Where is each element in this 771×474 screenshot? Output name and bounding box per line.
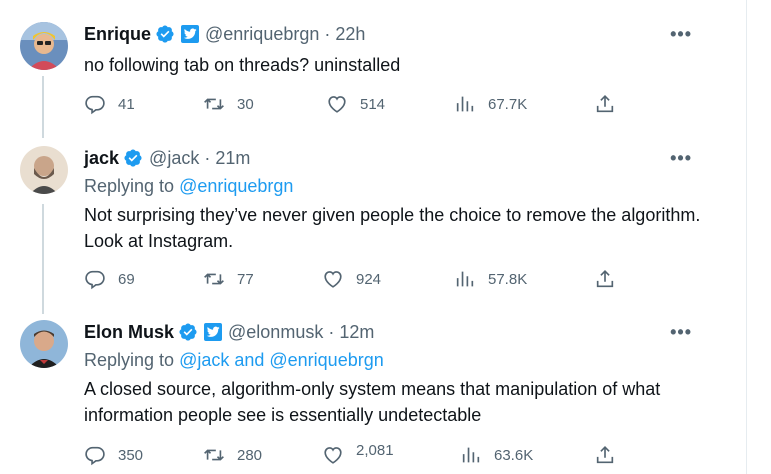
tweet-text: Not surprising they’ve never given peopl… (84, 205, 701, 251)
separator-dot: · (324, 23, 331, 44)
tweet-actions: 41 30 514 67.7K (84, 93, 624, 117)
views-icon (456, 96, 474, 112)
verified-badge-icon (123, 148, 143, 168)
share-button[interactable] (594, 268, 628, 290)
user-handle[interactable]: @elonmusk (228, 322, 323, 343)
share-icon (596, 95, 614, 113)
retweet-button[interactable]: 30 (203, 93, 254, 115)
reply-count: 350 (118, 446, 144, 464)
like-count: 2,081 (356, 441, 394, 459)
heart-icon (324, 271, 342, 288)
avatar[interactable] (20, 22, 68, 70)
replying-to: Replying to @jack and @enriquebrgn (84, 350, 384, 371)
reply-button[interactable]: 69 (84, 268, 135, 290)
retweet-count: 30 (237, 95, 254, 113)
tweet-header: Enrique @enriquebrgn · 22h (84, 22, 365, 46)
timeline-border (746, 0, 747, 474)
replying-to-label: Replying to (84, 350, 180, 370)
twitter-bird-icon (181, 25, 200, 43)
like-button[interactable]: 2,081 (322, 441, 394, 466)
tweet-header: Elon Musk @elonmusk · 12m (84, 320, 374, 344)
views-button[interactable]: 67.7K (454, 93, 527, 115)
tweet-header: jack @jack · 21m (84, 146, 250, 170)
views-button[interactable]: 57.8K (454, 268, 527, 290)
replying-to-link[interactable]: @jack and @enriquebrgn (179, 350, 384, 370)
tweet-text: A closed source, algorithm-only system m… (84, 379, 661, 425)
retweet-icon (204, 98, 224, 110)
display-name[interactable]: Enrique (84, 24, 151, 45)
timestamp[interactable]: 21m (215, 148, 250, 169)
reply-count: 41 (118, 95, 135, 113)
reply-button[interactable]: 41 (84, 93, 135, 115)
user-handle[interactable]: @jack (149, 148, 199, 169)
share-icon (596, 446, 614, 464)
tweet[interactable]: Enrique @enriquebrgn · 22h ••• no follow… (0, 0, 740, 140)
display-name[interactable]: Elon Musk (84, 322, 174, 343)
verified-badge-icon (155, 24, 175, 44)
avatar[interactable] (20, 146, 68, 194)
reply-count: 69 (118, 270, 135, 288)
views-icon (456, 271, 474, 287)
views-icon (462, 447, 480, 463)
avatar[interactable] (20, 320, 68, 368)
timestamp[interactable]: 22h (335, 24, 365, 45)
tweet[interactable]: jack @jack · 21m ••• Replying to @enriqu… (0, 140, 740, 312)
reply-icon (85, 270, 105, 290)
twitter-bird-icon (204, 323, 223, 341)
share-button[interactable] (594, 444, 628, 466)
retweet-button[interactable]: 280 (203, 444, 262, 466)
user-handle[interactable]: @enriquebrgn (205, 24, 319, 45)
retweet-icon (204, 273, 224, 285)
like-button[interactable]: 924 (322, 268, 381, 290)
replying-to-link[interactable]: @enriquebrgn (179, 176, 293, 196)
separator-dot: · (328, 321, 335, 342)
more-options-icon[interactable]: ••• (670, 322, 692, 343)
verified-badge-icon (178, 322, 198, 342)
views-count: 57.8K (488, 270, 528, 288)
reply-icon (85, 95, 105, 115)
heart-icon (328, 96, 346, 113)
retweet-icon (204, 449, 224, 461)
more-options-icon[interactable]: ••• (670, 148, 692, 169)
display-name[interactable]: jack (84, 148, 119, 169)
like-count: 514 (360, 95, 386, 113)
more-options-icon[interactable]: ••• (670, 24, 692, 45)
share-button[interactable] (594, 93, 628, 115)
timestamp[interactable]: 12m (339, 322, 374, 343)
like-count: 924 (356, 270, 382, 288)
tweet-text: no following tab on threads? uninstalled (84, 55, 401, 75)
heart-icon (324, 447, 342, 464)
separator-dot: · (204, 147, 211, 168)
like-button[interactable]: 514 (326, 93, 385, 115)
tweet[interactable]: Elon Musk @elonmusk · 12m ••• Replying t… (0, 314, 740, 474)
replying-to: Replying to @enriquebrgn (84, 176, 293, 197)
views-count: 63.6K (494, 446, 534, 464)
replying-to-label: Replying to (84, 176, 180, 196)
share-icon (596, 270, 614, 288)
reply-button[interactable]: 350 (84, 444, 143, 466)
views-count: 67.7K (488, 95, 528, 113)
tweet-actions: 69 77 924 57.8K (84, 268, 624, 292)
retweet-button[interactable]: 77 (203, 268, 254, 290)
tweet-actions: 350 280 2,081 63.6K (84, 441, 624, 468)
views-button[interactable]: 63.6K (460, 444, 533, 466)
reply-icon (85, 446, 105, 466)
retweet-count: 77 (237, 270, 254, 288)
retweet-count: 280 (237, 446, 263, 464)
